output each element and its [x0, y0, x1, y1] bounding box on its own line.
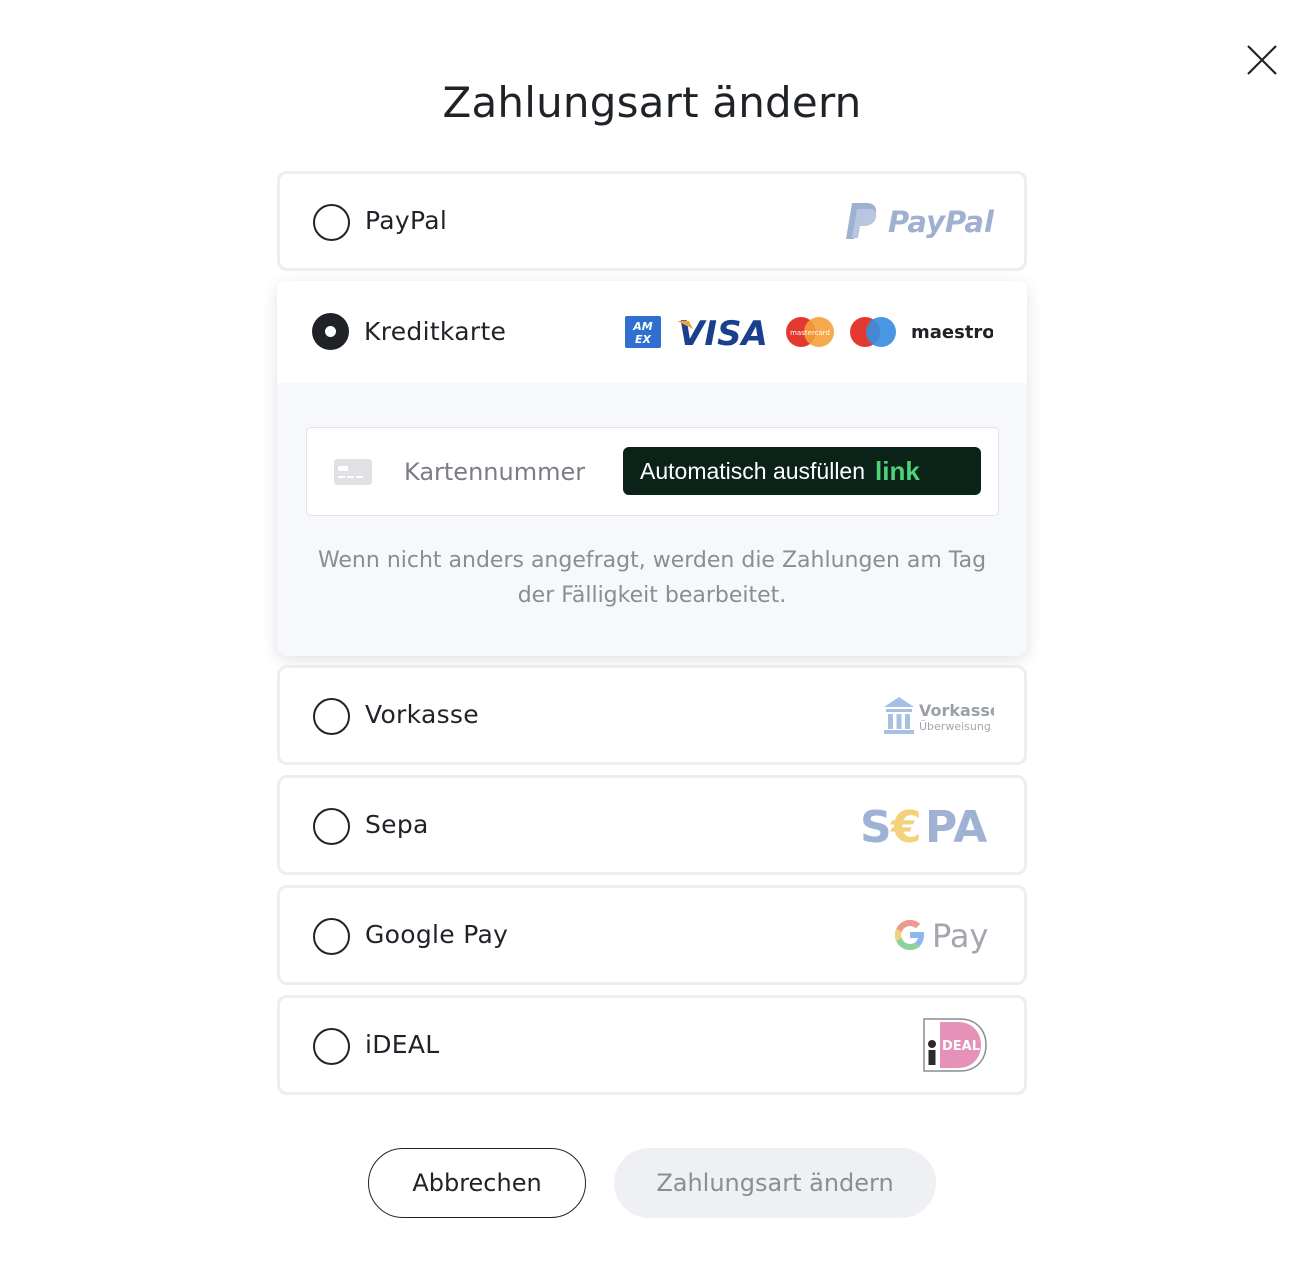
option-label-vorkasse: Vorkasse: [365, 700, 479, 729]
maestro-icon: [850, 317, 896, 347]
radio-sepa[interactable]: [313, 808, 350, 845]
mastercard-logo: mastercard: [786, 317, 834, 347]
svg-text:maestro: maestro: [911, 322, 993, 343]
payment-option-ideal[interactable]: iDEAL DEAL: [277, 995, 1027, 1095]
dialog-title: Zahlungsart ändern: [442, 78, 862, 127]
paypal-logo: PayPal: [844, 174, 994, 268]
maestro-logo-text: maestro: [911, 322, 993, 343]
svg-text:mastercard: mastercard: [790, 329, 830, 337]
radio-paypal[interactable]: [313, 204, 350, 241]
svg-text:VISA: VISA: [678, 315, 768, 349]
payment-option-paypal[interactable]: PayPal PayPal: [277, 171, 1027, 271]
card-brand-logos: AM EX VISA mastercard maestro: [625, 281, 993, 383]
sepa-logo: S € PA: [860, 778, 994, 872]
svg-text:Überweisung: Überweisung: [919, 720, 991, 733]
amex-logo: AM EX: [625, 316, 661, 348]
visa-logo: VISA: [677, 315, 768, 349]
card-number-field[interactable]: Kartennummer Automatisch ausfüllen link: [306, 427, 999, 516]
radio-ideal[interactable]: [313, 1028, 350, 1065]
radio-vorkasse[interactable]: [313, 698, 350, 735]
payment-hint-text: Wenn nicht anders angefragt, werden die …: [317, 548, 987, 608]
svg-text:PA: PA: [925, 804, 987, 846]
ideal-logo: DEAL: [922, 998, 994, 1092]
option-label-googlepay: Google Pay: [365, 920, 509, 949]
close-button[interactable]: [1242, 40, 1282, 80]
payment-option-vorkasse[interactable]: Vorkasse Vorkasse Überweisung: [277, 665, 1027, 765]
credit-card-icon: [334, 459, 372, 485]
autofill-label: Automatisch ausfüllen: [640, 457, 866, 484]
svg-text:€: €: [890, 804, 922, 846]
svg-text:PayPal: PayPal: [888, 205, 994, 239]
close-icon: [1247, 45, 1277, 75]
kreditkarte-header[interactable]: Kreditkarte AM EX VISA mastercard maestr…: [277, 281, 1027, 383]
svg-text:S: S: [860, 804, 892, 846]
card-number-input[interactable]: Kartennummer: [404, 428, 585, 517]
svg-text:AM: AM: [632, 320, 653, 333]
radio-kreditkarte[interactable]: [312, 313, 349, 350]
payment-option-kreditkarte[interactable]: Kreditkarte AM EX VISA mastercard maestr…: [277, 281, 1027, 656]
link-brand-logo: link: [875, 455, 920, 486]
submit-change-payment-button[interactable]: Zahlungsart ändern: [614, 1148, 936, 1218]
svg-text:Pay: Pay: [932, 917, 988, 955]
svg-text:Vorkasse: Vorkasse: [919, 701, 994, 720]
cancel-button[interactable]: Abbrechen: [368, 1148, 586, 1218]
option-label-paypal: PayPal: [365, 206, 448, 235]
autofill-link-button[interactable]: Automatisch ausfüllen link: [623, 447, 981, 495]
google-pay-logo: Pay: [894, 888, 994, 982]
option-label-kreditkarte: Kreditkarte: [364, 317, 507, 346]
radio-googlepay[interactable]: [313, 918, 350, 955]
payment-option-googlepay[interactable]: Google Pay Pay: [277, 885, 1027, 985]
option-label-ideal: iDEAL: [365, 1030, 440, 1059]
payment-option-sepa[interactable]: Sepa S € PA: [277, 775, 1027, 875]
vorkasse-logo: Vorkasse Überweisung: [882, 668, 994, 762]
svg-text:EX: EX: [635, 333, 652, 346]
option-label-sepa: Sepa: [365, 810, 429, 839]
svg-text:DEAL: DEAL: [942, 1039, 980, 1054]
